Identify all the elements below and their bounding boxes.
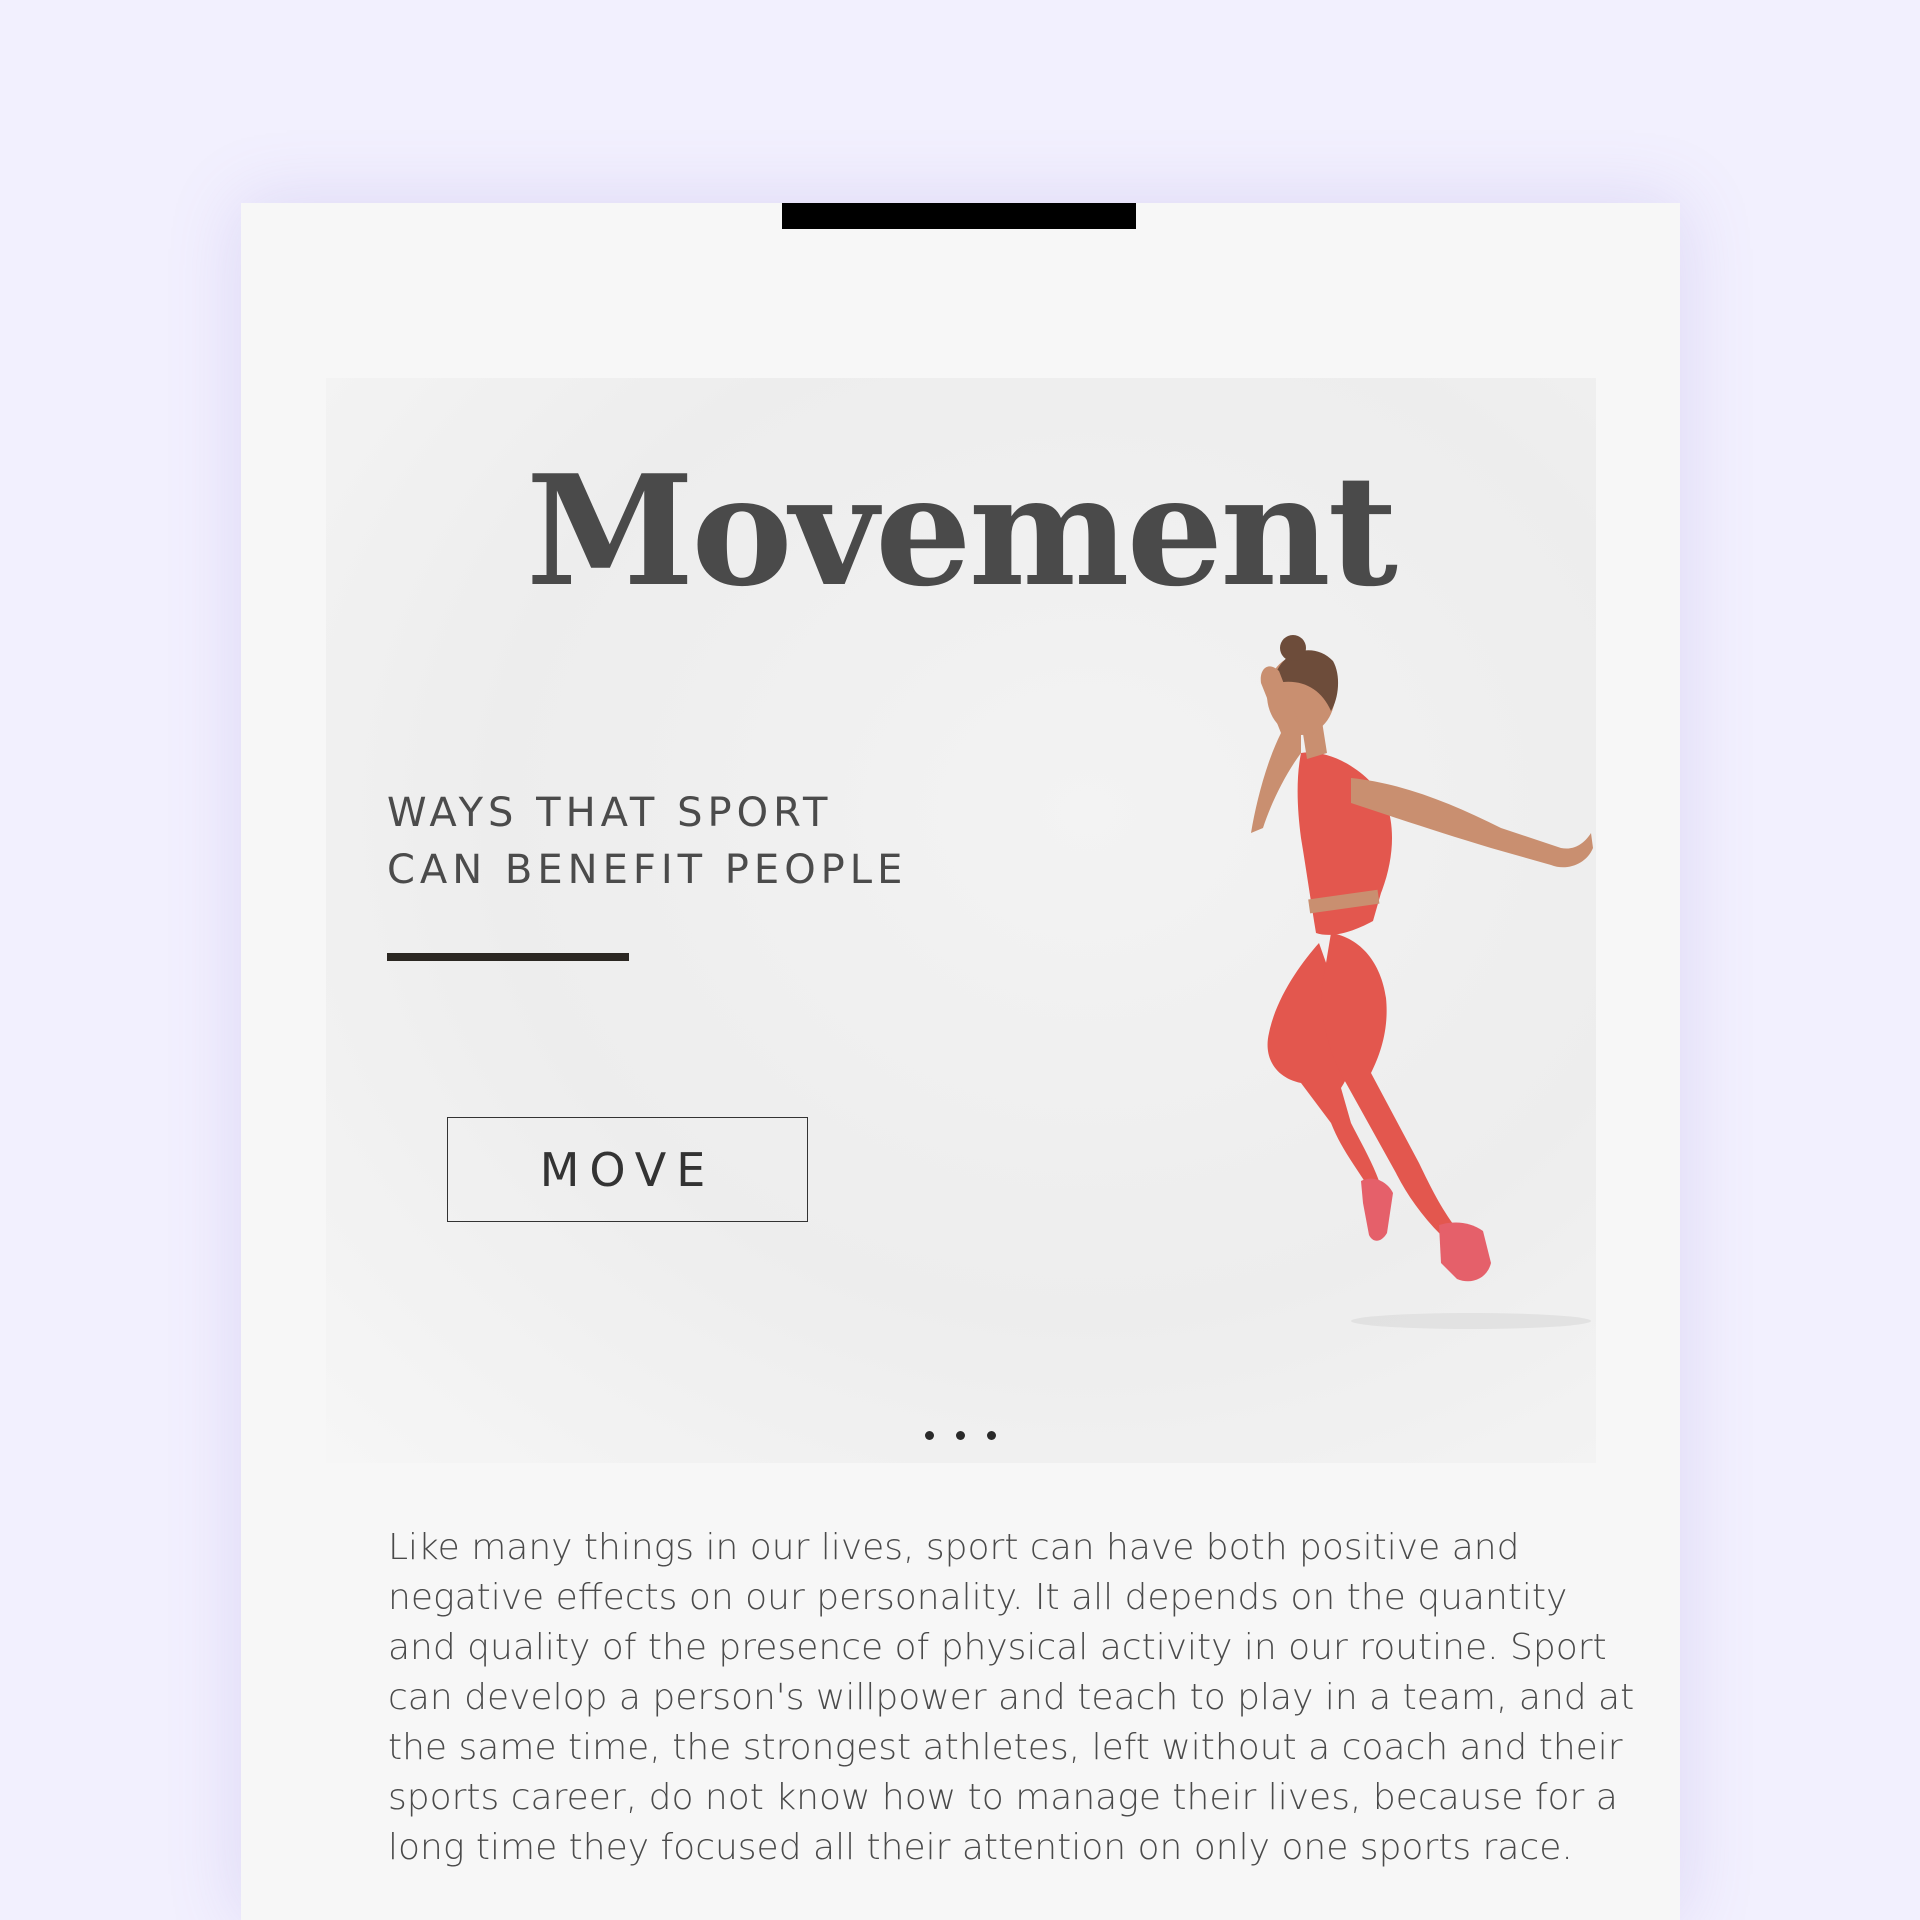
runner-image bbox=[1251, 635, 1593, 1329]
article-body: Like many things in our lives, sport can… bbox=[388, 1523, 1635, 1873]
pagination-dot[interactable] bbox=[925, 1431, 934, 1440]
body-line-7: long time they focused all their attenti… bbox=[388, 1827, 1573, 1868]
page-title: Movement bbox=[526, 440, 1398, 620]
body-line-6: sports career, do not know how to manage… bbox=[388, 1777, 1618, 1818]
runner-front-shoe bbox=[1439, 1222, 1491, 1282]
body-line-3: and quality of the presence of physical … bbox=[388, 1627, 1607, 1668]
move-button[interactable]: MOVE bbox=[447, 1117, 808, 1222]
body-line-1: Like many things in our lives, sport can… bbox=[388, 1527, 1520, 1568]
pagination-dots bbox=[241, 1431, 1680, 1440]
pagination-dot[interactable] bbox=[987, 1431, 996, 1440]
runner-back-shoe bbox=[1361, 1178, 1393, 1241]
runner-hair-bun bbox=[1280, 635, 1306, 661]
subtitle-divider bbox=[387, 953, 629, 961]
top-notch bbox=[782, 203, 1136, 229]
body-line-5: the same time, the strongest athletes, l… bbox=[388, 1727, 1623, 1768]
body-line-4: can develop a person's willpower and tea… bbox=[388, 1677, 1635, 1718]
pagination-dot[interactable] bbox=[956, 1431, 965, 1440]
subtitle: WAYS THAT SPORT CAN BENEFIT PEOPLE bbox=[387, 785, 907, 899]
body-line-2: negative effects on our personality. It … bbox=[388, 1577, 1568, 1618]
subtitle-line-2: CAN BENEFIT PEOPLE bbox=[387, 847, 908, 893]
runner-shadow bbox=[1351, 1313, 1591, 1329]
subtitle-line-1: WAYS THAT SPORT bbox=[387, 790, 833, 836]
article-card: Movement WAYS THAT SPORT CAN BENEFIT PEO… bbox=[241, 203, 1680, 1920]
